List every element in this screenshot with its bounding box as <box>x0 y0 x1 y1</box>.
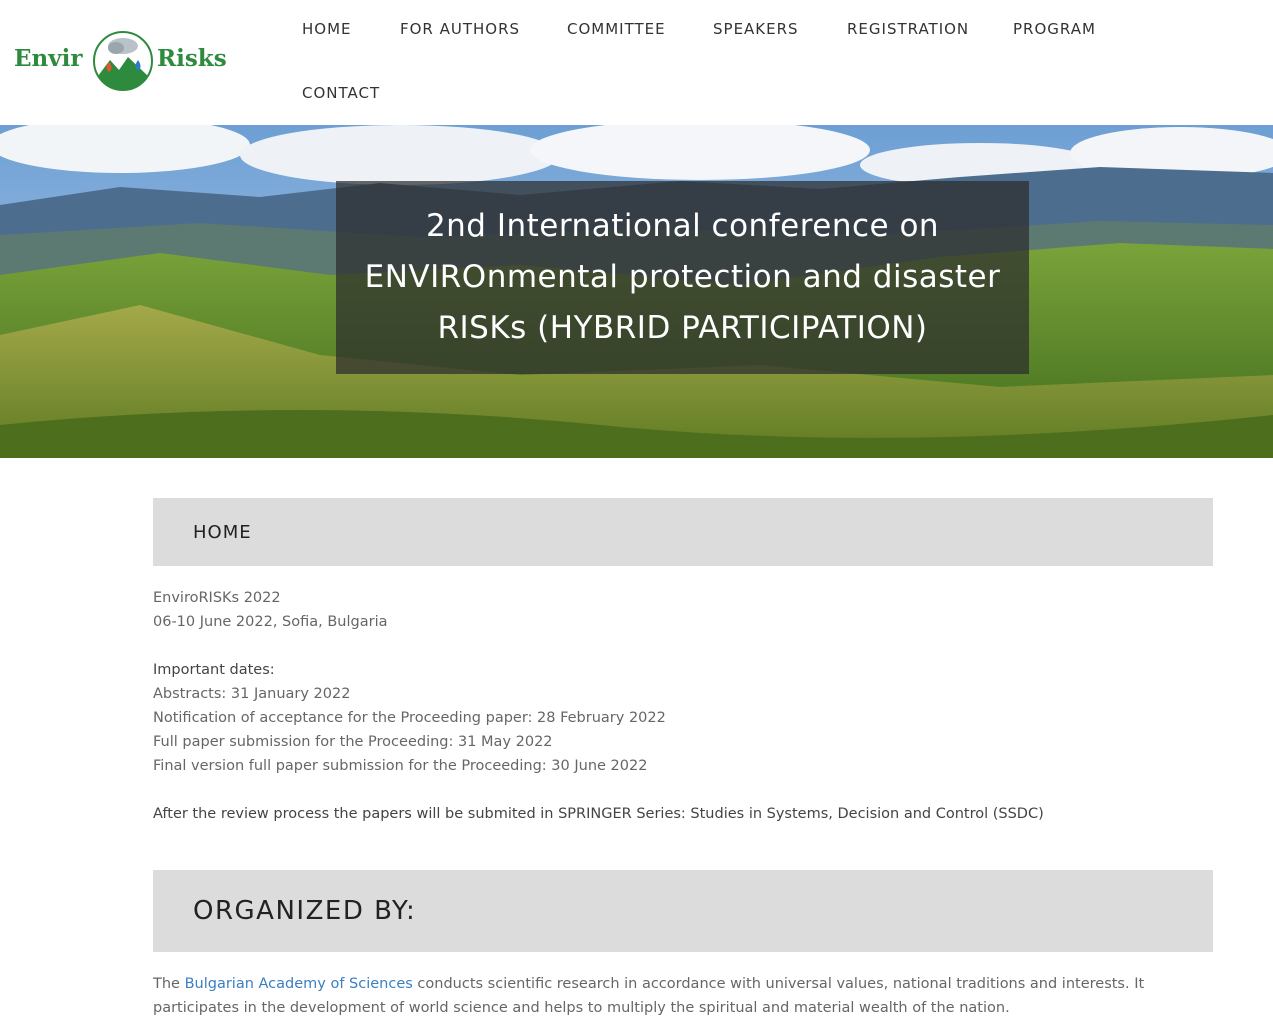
hero-banner: 2nd International conference on ENVIROnm… <box>0 125 1273 458</box>
logo-word-right: Risks <box>157 45 227 72</box>
hero-title-box: 2nd International conference on ENVIROnm… <box>336 181 1029 374</box>
nav-speakers[interactable]: SPEAKERS <box>713 20 799 38</box>
nav-home[interactable]: HOME <box>302 20 352 38</box>
date-item-notification: Notification of acceptance for the Proce… <box>153 710 666 726</box>
bas-link[interactable]: Bulgarian Academy of Sciences <box>185 976 413 992</box>
nav-contact[interactable]: CONTACT <box>302 84 380 102</box>
nav-registration[interactable]: REGISTRATION <box>847 20 969 38</box>
organized-section-bar: ORGANIZED BY: <box>153 870 1213 952</box>
site-logo[interactable]: Envir Risks <box>14 30 229 94</box>
date-item-abstracts: Abstracts: 31 January 2022 <box>153 686 351 702</box>
logo-emblem-icon <box>93 31 153 91</box>
nav-program[interactable]: PROGRAM <box>1013 20 1096 38</box>
home-content: EnviroRISKs 2022 06-10 June 2022, Sofia,… <box>153 586 1044 826</box>
event-date-place: 06-10 June 2022, Sofia, Bulgaria <box>153 614 388 630</box>
nav-for-authors[interactable]: FOR AUTHORS <box>400 20 520 38</box>
organized-heading: ORGANIZED BY: <box>193 896 417 926</box>
hero-title: 2nd International conference on ENVIROnm… <box>364 208 1001 346</box>
home-section-bar: HOME <box>153 498 1213 566</box>
date-item-full-paper: Full paper submission for the Proceeding… <box>153 734 553 750</box>
important-dates-heading: Important dates: <box>153 662 275 678</box>
springer-note: After the review process the papers will… <box>153 806 1044 822</box>
nav-committee[interactable]: COMMITTEE <box>567 20 666 38</box>
logo-word-left: Envir <box>14 45 83 72</box>
event-name: EnviroRISKs 2022 <box>153 590 281 606</box>
organized-description: The Bulgarian Academy of Sciences conduc… <box>153 972 1213 1020</box>
date-item-final-version: Final version full paper submission for … <box>153 758 648 774</box>
home-heading: HOME <box>193 521 252 543</box>
site-header: Envir Risks HOME FOR AUTHORS COMMITTEE S… <box>0 0 1273 125</box>
organized-intro: The <box>153 976 185 992</box>
